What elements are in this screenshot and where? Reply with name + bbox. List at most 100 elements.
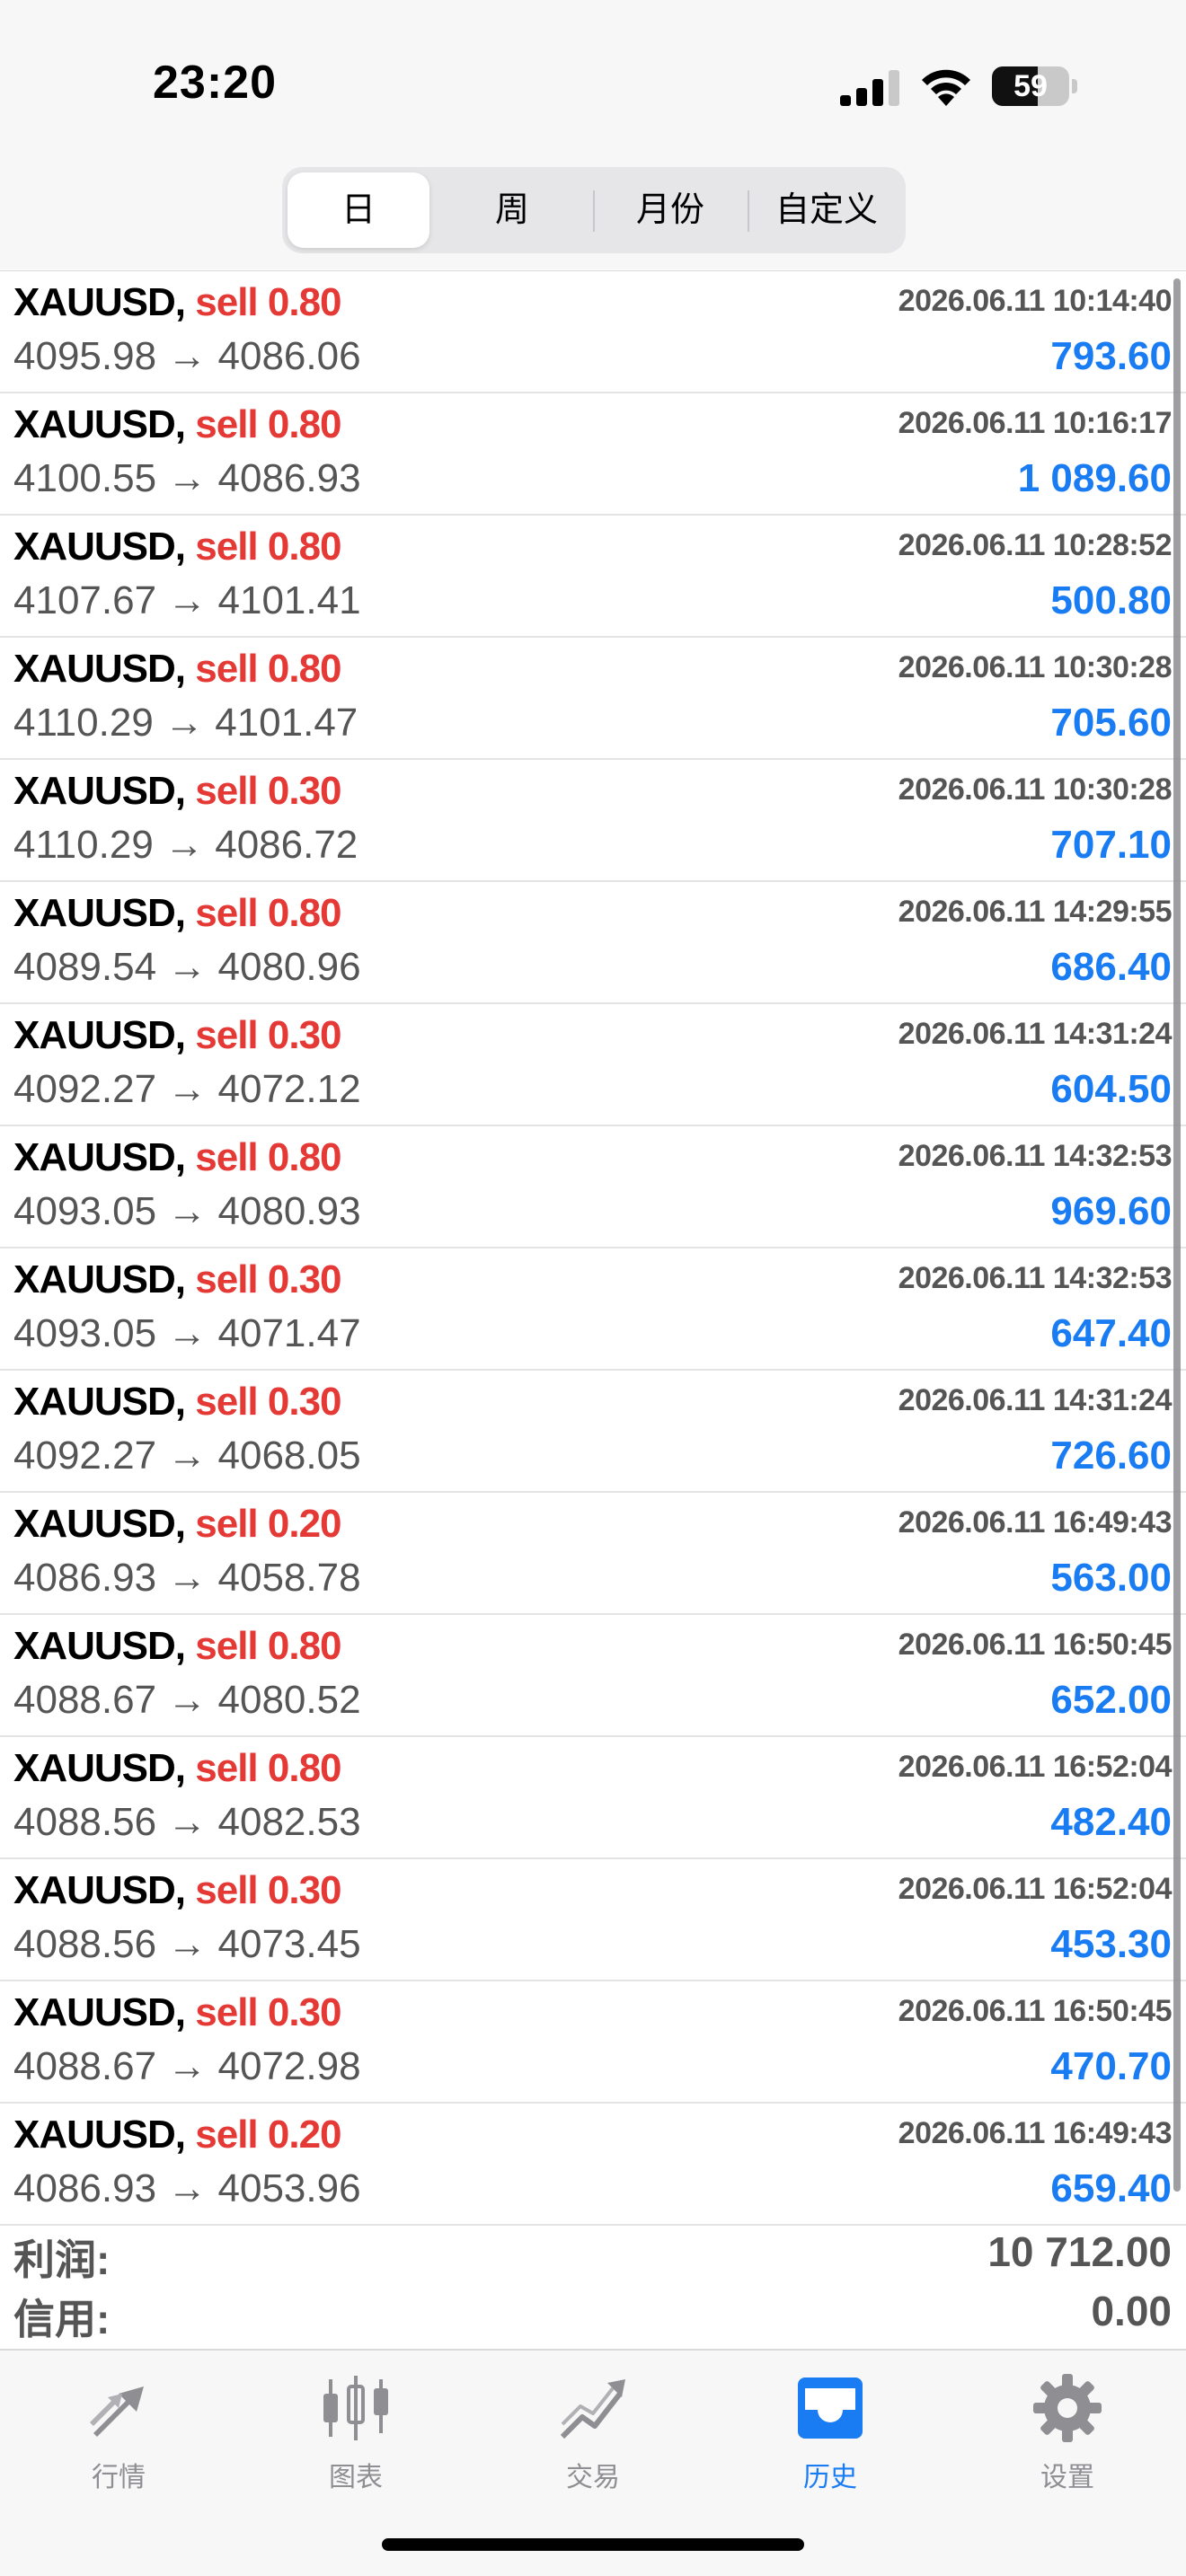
trade-symbol-side: XAUUSD, sell 0.80 <box>13 1624 342 1669</box>
trade-symbol: XAUUSD, <box>13 1380 186 1424</box>
trade-symbol: XAUUSD, <box>13 647 186 691</box>
trade-symbol-side: XAUUSD, sell 0.80 <box>13 1135 342 1180</box>
summary-credit-row: 信用: 0.00 <box>0 2287 1186 2344</box>
trade-symbol-side: XAUUSD, sell 0.80 <box>13 1746 342 1791</box>
period-segmented-control: 日 周 月份 自定义 <box>282 167 906 253</box>
segment-week[interactable]: 周 <box>440 172 584 248</box>
trade-side-volume: sell 0.30 <box>195 1868 341 1912</box>
trade-datetime: 2026.06.11 14:32:53 <box>898 1261 1173 1295</box>
trade-profit: 470.70 <box>1050 2044 1172 2088</box>
trade-symbol: XAUUSD, <box>13 1990 186 2034</box>
trade-side-volume: sell 0.30 <box>195 1990 341 2034</box>
tab-trade[interactable]: 交易 <box>512 2370 674 2505</box>
tab-quotes[interactable]: 行情 <box>38 2370 199 2505</box>
trade-profit: 707.10 <box>1050 823 1172 867</box>
trade-symbol: XAUUSD, <box>13 1135 186 1179</box>
trade-row[interactable]: XAUUSD, sell 0.20 2026.06.11 16:49:43 4086… <box>0 1493 1186 1615</box>
trade-row[interactable]: XAUUSD, sell 0.80 2026.06.11 16:50:45 4088… <box>0 1615 1186 1737</box>
trade-prices: 4093.05 → 4080.93 <box>13 1189 361 1233</box>
trade-symbol: XAUUSD, <box>13 525 186 569</box>
trade-side-volume: sell 0.30 <box>195 1257 341 1301</box>
trade-row[interactable]: XAUUSD, sell 0.80 2026.06.11 10:30:28 4110… <box>0 638 1186 760</box>
trade-side-volume: sell 0.30 <box>195 1380 341 1424</box>
trade-symbol: XAUUSD, <box>13 1257 186 1301</box>
trade-symbol: XAUUSD, <box>13 1502 186 1546</box>
tab-label: 设置 <box>1040 2463 1094 2492</box>
trade-prices: 4095.98 → 4086.06 <box>13 334 361 378</box>
trade-prices: 4092.27 → 4068.05 <box>13 1434 361 1478</box>
battery-icon: 59 <box>992 66 1078 106</box>
tab-charts[interactable]: 图表 <box>275 2370 437 2505</box>
trade-symbol: XAUUSD, <box>13 1013 186 1057</box>
battery-percent: 59 <box>1013 69 1048 103</box>
trade-prices: 4092.27 → 4072.12 <box>13 1067 361 1111</box>
trade-symbol-side: XAUUSD, sell 0.30 <box>13 1990 342 2035</box>
trade-prices: 4088.56 → 4082.53 <box>13 1800 361 1844</box>
trade-row[interactable]: XAUUSD, sell 0.30 2026.06.11 16:52:04 4088… <box>0 1859 1186 1981</box>
trade-row[interactable]: XAUUSD, sell 0.80 2026.06.11 16:52:04 4088… <box>0 1737 1186 1859</box>
quotes-arrows-icon <box>90 2386 144 2437</box>
trade-profit: 705.60 <box>1050 701 1172 745</box>
trade-datetime: 2026.06.11 10:14:40 <box>898 284 1173 318</box>
trade-side-volume: sell 0.20 <box>195 2113 341 2157</box>
trade-datetime: 2026.06.11 10:28:52 <box>898 528 1173 562</box>
trade-datetime: 2026.06.11 14:32:53 <box>898 1139 1173 1173</box>
candlestick-chart-icon <box>323 2376 388 2440</box>
trade-row[interactable]: XAUUSD, sell 0.80 2026.06.11 10:16:17 4100… <box>0 393 1186 516</box>
trade-symbol-side: XAUUSD, sell 0.80 <box>13 402 342 447</box>
trade-row[interactable]: XAUUSD, sell 0.80 2026.06.11 10:14:40 4095… <box>0 271 1186 393</box>
trade-datetime: 2026.06.11 16:49:43 <box>898 2116 1173 2150</box>
trade-symbol: XAUUSD, <box>13 1624 186 1668</box>
trade-trend-icon <box>560 2379 625 2439</box>
trade-symbol-side: XAUUSD, sell 0.30 <box>13 1868 342 1913</box>
scrollbar[interactable] <box>1173 278 1181 2192</box>
trade-row[interactable]: XAUUSD, sell 0.80 2026.06.11 14:29:55 4089… <box>0 882 1186 1004</box>
trade-datetime: 2026.06.11 14:29:55 <box>898 895 1173 929</box>
trade-datetime: 2026.06.11 16:50:45 <box>898 1994 1173 2028</box>
trade-symbol-side: XAUUSD, sell 0.80 <box>13 280 342 325</box>
trade-profit: 969.60 <box>1050 1189 1172 1233</box>
cellular-signal-icon <box>840 70 899 106</box>
trade-symbol: XAUUSD, <box>13 1868 186 1912</box>
trade-side-volume: sell 0.80 <box>195 1624 341 1668</box>
wifi-icon <box>922 69 970 106</box>
trade-datetime: 2026.06.11 16:52:04 <box>898 1750 1173 1784</box>
trade-history-list: XAUUSD, sell 0.80 2026.06.11 10:14:40 4095… <box>0 270 1186 2226</box>
summary-profit-row: 利润: 10 712.00 <box>0 2228 1186 2285</box>
history-inbox-icon <box>798 2378 863 2439</box>
app-root: 23:20 59 日 周 月份 自定义 XAUUSD, sell 0.80 20… <box>0 0 1186 2576</box>
trade-profit: 793.60 <box>1050 334 1172 378</box>
trade-row[interactable]: XAUUSD, sell 0.80 2026.06.11 14:32:53 4093… <box>0 1126 1186 1248</box>
trade-symbol: XAUUSD, <box>13 402 186 446</box>
trade-prices: 4086.93 → 4058.78 <box>13 1556 361 1600</box>
trade-symbol-side: XAUUSD, sell 0.20 <box>13 2113 342 2157</box>
trade-row[interactable]: XAUUSD, sell 0.30 2026.06.11 14:31:24 4092… <box>0 1371 1186 1493</box>
trade-row[interactable]: XAUUSD, sell 0.80 2026.06.11 10:28:52 4107… <box>0 516 1186 638</box>
trade-symbol-side: XAUUSD, sell 0.30 <box>13 1013 342 1058</box>
tab-settings[interactable]: 设置 <box>987 2370 1148 2505</box>
trade-symbol-side: XAUUSD, sell 0.80 <box>13 525 342 569</box>
trade-datetime: 2026.06.11 10:16:17 <box>898 406 1173 440</box>
trade-row[interactable]: XAUUSD, sell 0.30 2026.06.11 14:32:53 4093… <box>0 1248 1186 1371</box>
trade-prices: 4100.55 → 4086.93 <box>13 456 361 500</box>
trade-profit: 726.60 <box>1050 1434 1172 1478</box>
trade-datetime: 2026.06.11 14:31:24 <box>898 1017 1173 1051</box>
segment-custom[interactable]: 自定义 <box>753 172 900 248</box>
trade-row[interactable]: XAUUSD, sell 0.30 2026.06.11 16:50:45 4088… <box>0 1981 1186 2104</box>
tab-label: 图表 <box>329 2463 383 2492</box>
trade-symbol-side: XAUUSD, sell 0.20 <box>13 1502 342 1547</box>
trade-row[interactable]: XAUUSD, sell 0.30 2026.06.11 10:30:28 4110… <box>0 760 1186 882</box>
trade-row[interactable]: XAUUSD, sell 0.30 2026.06.11 14:31:24 4092… <box>0 1004 1186 1126</box>
trade-side-volume: sell 0.80 <box>195 280 341 324</box>
trade-symbol-side: XAUUSD, sell 0.30 <box>13 769 342 814</box>
trade-row[interactable]: XAUUSD, sell 0.20 2026.06.11 16:49:43 4086… <box>0 2104 1186 2226</box>
segment-month[interactable]: 月份 <box>598 172 742 248</box>
tab-history[interactable]: 历史 <box>749 2370 911 2505</box>
trade-symbol: XAUUSD, <box>13 2113 186 2157</box>
tab-label: 交易 <box>566 2463 620 2492</box>
trade-side-volume: sell 0.80 <box>195 1746 341 1790</box>
segment-day[interactable]: 日 <box>288 172 429 248</box>
trade-profit: 659.40 <box>1050 2166 1172 2210</box>
profit-total: 10 712.00 <box>987 2228 1172 2275</box>
trade-prices: 4107.67 → 4101.41 <box>13 578 361 622</box>
